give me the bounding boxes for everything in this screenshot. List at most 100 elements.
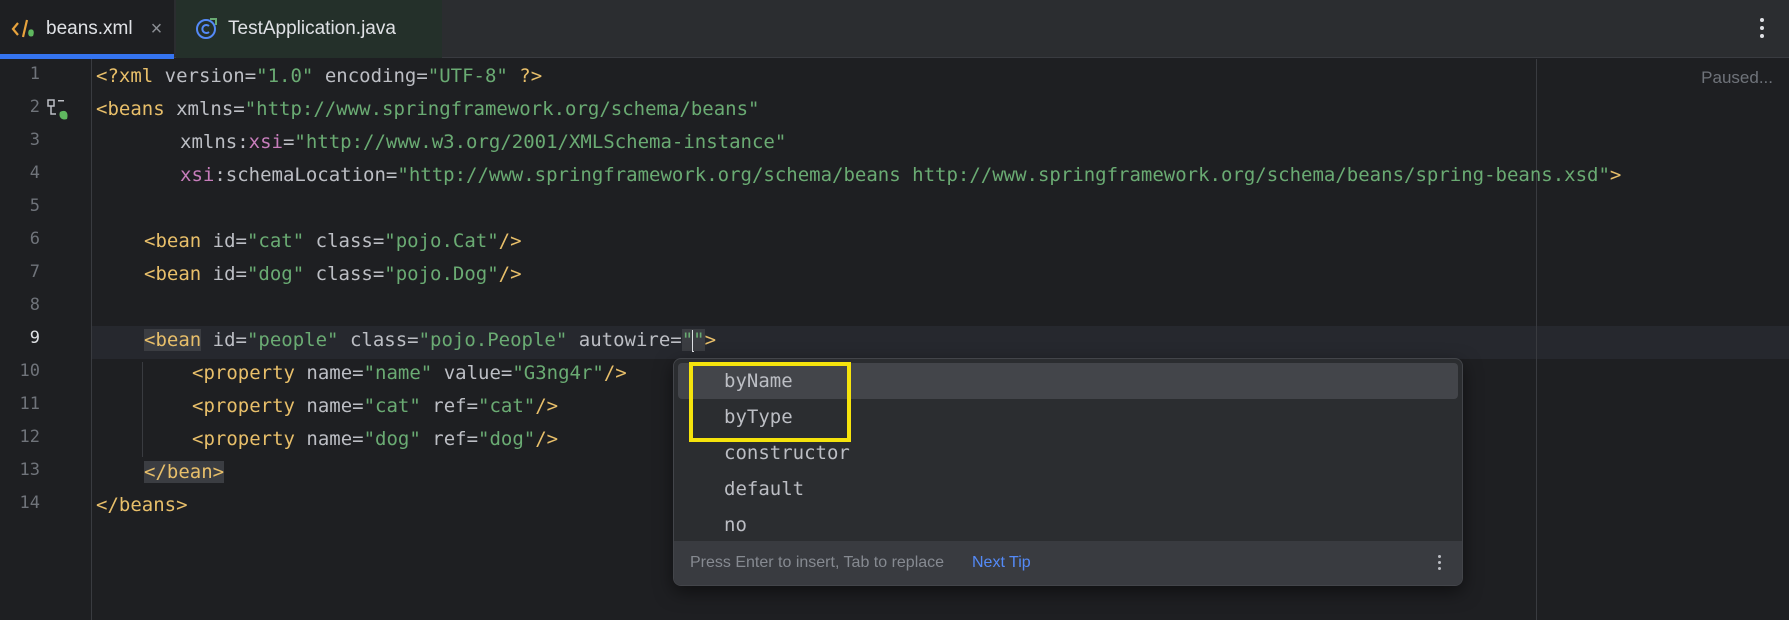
attr-name: value <box>432 362 501 384</box>
inspection-status: Paused... <box>1701 68 1773 87</box>
close-icon[interactable]: × <box>151 18 163 41</box>
completion-item-bytype[interactable]: byType <box>678 399 1458 435</box>
attr-value: "name" <box>363 362 433 384</box>
equals: = <box>407 329 419 351</box>
attr-name: class <box>304 230 373 252</box>
code-line-13[interactable]: </bean> <box>144 456 225 489</box>
line-number: 8 <box>29 295 40 315</box>
tag-matched: <bean <box>144 329 202 351</box>
indent-guide <box>142 362 143 457</box>
attr-value: "dog" <box>246 263 305 285</box>
tag-end: /> <box>603 362 627 384</box>
line-number: 13 <box>19 460 40 480</box>
more-options-icon[interactable] <box>1436 552 1442 574</box>
code-line-4[interactable]: xsi:schemaLocation="http://www.springfra… <box>180 159 1621 192</box>
attr-value: "G3ng4r" <box>512 362 604 384</box>
line-number: 10 <box>19 361 40 381</box>
attr-name: name <box>306 362 353 384</box>
attr-name: encoding <box>313 65 417 87</box>
editor-tab-bar: beans.xml × TestApplication.java <box>0 0 1789 59</box>
equals: = <box>372 230 385 252</box>
equals: = <box>235 263 247 285</box>
equals: = <box>282 131 295 153</box>
completion-item-byname[interactable]: byName <box>678 363 1458 399</box>
tab-beans-xml[interactable]: beans.xml × <box>0 0 174 59</box>
code-line-7[interactable]: <bean id="dog" class="pojo.Dog"/> <box>144 258 522 291</box>
attr-name: name <box>306 428 353 450</box>
closing-tag: </beans> <box>96 494 188 516</box>
tag: <property <box>192 362 307 384</box>
xml-declaration: <?xml <box>96 65 165 87</box>
tab-test-application-java[interactable]: TestApplication.java <box>176 0 442 58</box>
more-options-icon[interactable] <box>1755 14 1769 44</box>
attr-name: id <box>212 230 236 252</box>
closing-tag-matched: </bean> <box>144 461 225 483</box>
attr-value: "pojo.People" <box>418 329 568 351</box>
attr-name: class <box>338 329 408 351</box>
code-line-11[interactable]: <property name="cat" ref="cat"/> <box>192 390 558 423</box>
quote-close: " <box>693 329 705 351</box>
line-number: 3 <box>29 130 40 150</box>
equals: = <box>352 428 364 450</box>
tag-end: /> <box>535 428 559 450</box>
line-number: 1 <box>29 64 40 84</box>
attr-value: "cat" <box>478 395 536 417</box>
tag-end: > <box>1609 164 1622 186</box>
completion-item-no[interactable]: no <box>678 507 1458 543</box>
code-line-3[interactable]: xmlns:xsi="http://www.w3.org/2001/XMLSch… <box>180 126 786 159</box>
tag-end: /> <box>498 230 522 252</box>
code-line-14[interactable]: </beans> <box>96 489 188 522</box>
equals: = <box>235 230 247 252</box>
attr-value: "1.0" <box>256 65 314 87</box>
code-line-10[interactable]: <property name="name" value="G3ng4r"/> <box>192 357 627 390</box>
tag: <property <box>192 395 307 417</box>
tag: <property <box>192 428 307 450</box>
tab-label: TestApplication.java <box>228 18 396 39</box>
attr-value: "dog" <box>478 428 536 450</box>
tag-end: /> <box>535 395 559 417</box>
attr-value: "people" <box>246 329 339 351</box>
line-number: 12 <box>19 427 40 447</box>
attr-value: "pojo.Cat" <box>384 230 499 252</box>
xml-file-icon <box>10 15 38 43</box>
equals: = <box>372 263 385 285</box>
code-completion-popup: byName byType constructor default no Pre… <box>673 358 1463 586</box>
attr-value: "http://www.springframework.org/schema/b… <box>397 164 1610 186</box>
equals: = <box>385 164 398 186</box>
equals: = <box>500 362 513 384</box>
code-line-12[interactable]: <property name="dog" ref="dog"/> <box>192 423 558 456</box>
line-number: 6 <box>29 229 40 249</box>
equals: = <box>244 65 257 87</box>
completion-item-constructor[interactable]: constructor <box>678 435 1458 471</box>
right-margin-guide <box>1536 59 1537 620</box>
completion-item-default[interactable]: default <box>678 471 1458 507</box>
attr-value: "cat" <box>363 395 421 417</box>
next-tip-link[interactable]: Next Tip <box>972 554 1031 572</box>
attr-name: name <box>306 395 353 417</box>
code-line-6[interactable]: <bean id="cat" class="pojo.Cat"/> <box>144 225 522 258</box>
attr-name: xmlns: <box>180 131 249 153</box>
line-number: 4 <box>29 163 40 183</box>
completion-footer: Press Enter to insert, Tab to replace Ne… <box>674 541 1462 585</box>
attr-value: "pojo.Dog" <box>384 263 499 285</box>
attr-name: id <box>212 263 236 285</box>
equals: = <box>416 65 428 87</box>
attr-value: "UTF-8" <box>427 65 508 87</box>
attr-name: version <box>164 65 245 87</box>
line-number: 2 <box>29 97 40 117</box>
equals: = <box>352 395 364 417</box>
code-line-2[interactable]: <beans xmlns="http://www.springframework… <box>96 93 760 126</box>
attr-value: "http://www.springframework.org/schema/b… <box>244 98 760 120</box>
equals: = <box>466 395 479 417</box>
java-class-icon <box>192 15 220 43</box>
code-line-1[interactable]: <?xml version="1.0" encoding="UTF-8" ?> <box>96 60 542 93</box>
tag-end: /> <box>498 263 522 285</box>
code-line-9[interactable]: <bean id="people" class="pojo.People" au… <box>144 324 716 357</box>
namespace: xsi <box>180 164 215 186</box>
spring-bean-icon[interactable] <box>46 98 70 122</box>
line-number: 14 <box>19 493 40 513</box>
tag: <bean <box>144 230 213 252</box>
equals: = <box>466 428 479 450</box>
tag: <beans <box>96 98 177 120</box>
attr-name: class <box>304 263 373 285</box>
